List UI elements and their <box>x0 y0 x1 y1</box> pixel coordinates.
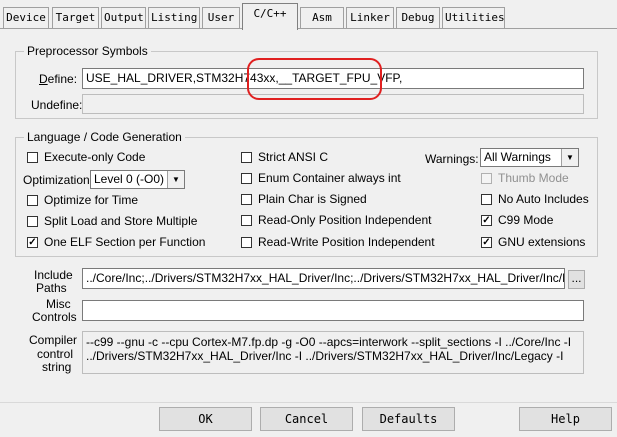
execute-only-label: Execute-only Code <box>44 150 146 164</box>
split-load-checkbox[interactable]: Split Load and Store Multiple <box>27 213 197 229</box>
thumb-mode-label: Thumb Mode <box>498 171 569 185</box>
help-button[interactable]: Help <box>519 407 612 431</box>
ok-button[interactable]: OK <box>159 407 252 431</box>
compiler-control-string[interactable]: --c99 --gnu -c --cpu Cortex-M7.fp.dp -g … <box>82 331 584 374</box>
gnu-extensions-label: GNU extensions <box>498 235 586 249</box>
one-elf-box[interactable] <box>27 236 38 248</box>
include-browse-button[interactable]: ... <box>568 270 585 289</box>
tab-debug[interactable]: Debug <box>396 7 440 28</box>
tab-strip: Device Target Output Listing User C/C++ … <box>0 0 617 30</box>
tab-user[interactable]: User <box>202 7 240 28</box>
no-auto-includes-box[interactable] <box>481 193 492 205</box>
chevron-down-icon[interactable]: ▼ <box>167 171 184 188</box>
rw-position-label: Read-Write Position Independent <box>258 235 435 249</box>
optimize-time-checkbox[interactable]: Optimize for Time <box>27 192 138 208</box>
include-label-line2: Paths <box>36 281 67 295</box>
undefine-label: Undefine: <box>31 98 83 112</box>
tab-underline <box>0 28 617 29</box>
tab-utilities[interactable]: Utilities <box>442 7 505 28</box>
tab-asm[interactable]: Asm <box>300 7 344 28</box>
optimization-select[interactable]: Level 0 (-O0) ▼ <box>90 170 185 189</box>
footer-divider <box>0 402 617 403</box>
strict-ansi-checkbox[interactable]: Strict ANSI C <box>241 149 328 165</box>
optimization-value: Level 0 (-O0) <box>94 172 165 186</box>
include-paths-input[interactable]: ../Core/Inc;../Drivers/STM32H7xx_HAL_Dri… <box>82 268 565 289</box>
thumb-mode-checkbox[interactable]: Thumb Mode <box>481 170 569 186</box>
enum-container-label: Enum Container always int <box>258 171 401 185</box>
strict-ansi-label: Strict ANSI C <box>258 150 329 164</box>
compiler-label-line2: control <box>37 347 74 361</box>
one-elf-checkbox[interactable]: One ELF Section per Function <box>27 234 205 250</box>
split-load-box[interactable] <box>27 215 38 227</box>
strict-ansi-box[interactable] <box>241 151 252 163</box>
tab-linker[interactable]: Linker <box>346 7 394 28</box>
define-label-text: efine: <box>47 72 78 86</box>
c99-mode-label: C99 Mode <box>498 213 554 227</box>
gnu-extensions-box[interactable] <box>481 236 492 248</box>
ro-position-box[interactable] <box>241 214 252 226</box>
plain-char-box[interactable] <box>241 193 252 205</box>
tab-output[interactable]: Output <box>101 7 146 28</box>
tab-c-cpp[interactable]: C/C++ <box>242 3 298 30</box>
thumb-mode-box[interactable] <box>481 172 492 184</box>
c99-mode-checkbox[interactable]: C99 Mode <box>481 212 553 228</box>
preprocessor-title: Preprocessor Symbols <box>24 44 151 58</box>
language-title: Language / Code Generation <box>24 130 185 144</box>
optimization-label: Optimization: <box>23 173 94 187</box>
compiler-label-line3: string <box>42 360 72 374</box>
include-label-line1: Include <box>34 268 73 282</box>
compiler-label-line1: Compiler <box>29 333 78 347</box>
rw-position-checkbox[interactable]: Read-Write Position Independent <box>241 234 435 250</box>
chevron-down-icon[interactable]: ▼ <box>561 149 578 166</box>
misc-label-line1: Misc <box>46 297 71 311</box>
no-auto-includes-checkbox[interactable]: No Auto Includes <box>481 191 589 207</box>
tab-device[interactable]: Device <box>3 7 49 28</box>
defaults-button[interactable]: Defaults <box>362 407 455 431</box>
split-load-label: Split Load and Store Multiple <box>44 214 198 228</box>
execute-only-checkbox[interactable]: Execute-only Code <box>27 149 145 165</box>
plain-char-label: Plain Char is Signed <box>258 192 367 206</box>
optimize-time-box[interactable] <box>27 194 38 206</box>
warnings-select[interactable]: All Warnings ▼ <box>480 148 579 167</box>
cancel-button[interactable]: Cancel <box>260 407 353 431</box>
enum-container-checkbox[interactable]: Enum Container always int <box>241 170 401 186</box>
plain-char-checkbox[interactable]: Plain Char is Signed <box>241 191 367 207</box>
misc-label-line2: Controls <box>32 310 77 324</box>
ro-position-checkbox[interactable]: Read-Only Position Independent <box>241 212 431 228</box>
one-elf-label: One ELF Section per Function <box>44 235 206 249</box>
gnu-extensions-checkbox[interactable]: GNU extensions <box>481 234 585 250</box>
no-auto-includes-label: No Auto Includes <box>498 192 589 206</box>
c99-mode-box[interactable] <box>481 214 492 226</box>
define-label: Define: <box>39 72 78 86</box>
optimize-time-label: Optimize for Time <box>44 193 139 207</box>
tab-target[interactable]: Target <box>52 7 99 28</box>
rw-position-box[interactable] <box>241 236 252 248</box>
execute-only-box[interactable] <box>27 151 38 163</box>
enum-container-box[interactable] <box>241 172 252 184</box>
highlight-annotation <box>247 58 382 100</box>
misc-controls-input[interactable] <box>82 300 584 321</box>
tab-listing[interactable]: Listing <box>148 7 200 28</box>
warnings-value: All Warnings <box>484 150 551 164</box>
ro-position-label: Read-Only Position Independent <box>258 213 432 227</box>
warnings-label: Warnings: <box>425 152 479 166</box>
